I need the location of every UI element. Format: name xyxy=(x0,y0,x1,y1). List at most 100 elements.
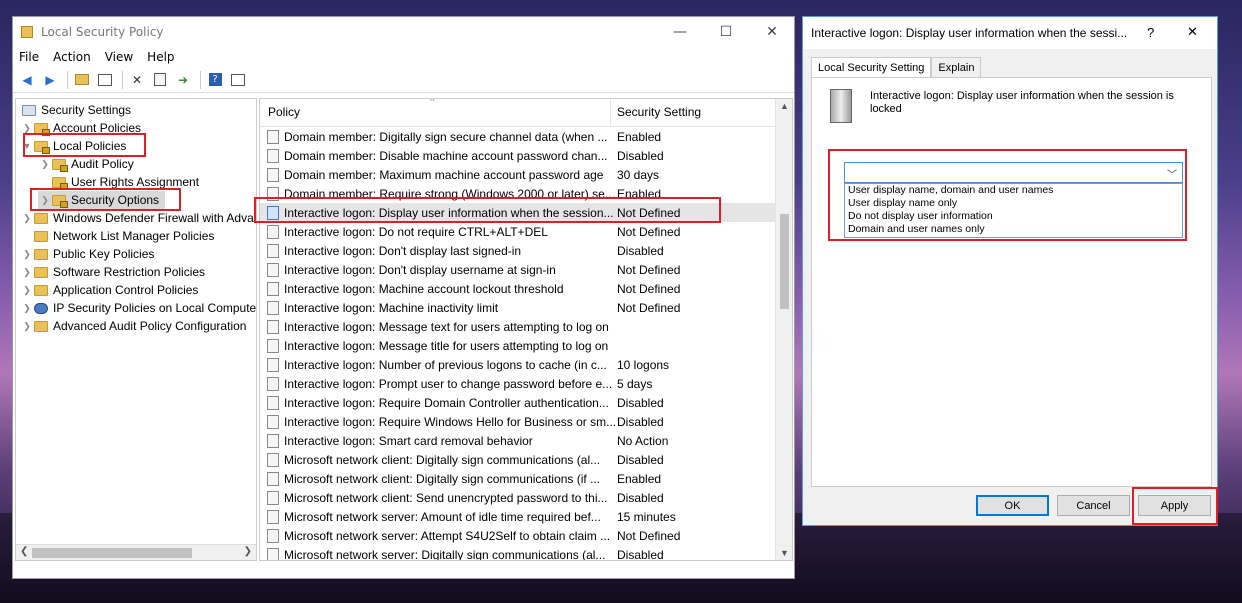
policy-row[interactable]: Microsoft network client: Send unencrypt… xyxy=(260,488,776,507)
policy-row[interactable]: Microsoft network client: Digitally sign… xyxy=(260,469,776,488)
policy-row[interactable]: Interactive logon: Display user informat… xyxy=(260,203,776,222)
chevron-right-icon[interactable]: ❯ xyxy=(38,195,52,206)
chevron-right-icon[interactable]: ❯ xyxy=(20,321,34,332)
policy-row[interactable]: Domain member: Require strong (Windows 2… xyxy=(260,184,776,203)
chevron-right-icon[interactable]: ❯ xyxy=(20,123,34,134)
policy-icon xyxy=(267,433,279,448)
scrollbar-thumb[interactable] xyxy=(32,548,192,558)
action-pane-icon[interactable] xyxy=(228,70,248,90)
chevron-down-icon[interactable]: ▼ xyxy=(20,141,34,151)
policy-icon xyxy=(267,319,279,334)
option-display-name-domain-user[interactable]: User display name, domain and user names xyxy=(845,184,1182,197)
policy-setting: 30 days xyxy=(617,167,660,182)
delete-icon[interactable]: ✕ xyxy=(127,70,147,90)
chevron-right-icon[interactable]: ❯ xyxy=(20,213,34,224)
policy-row[interactable]: Interactive logon: Don't display last si… xyxy=(260,241,776,260)
toolbar-separator xyxy=(122,70,123,89)
back-arrow-icon[interactable]: ◀ xyxy=(17,70,37,90)
policy-row[interactable]: Interactive logon: Require Domain Contro… xyxy=(260,393,776,412)
tree-item-windows-defender-firewall[interactable]: ❯ Windows Defender Firewall with Adva xyxy=(20,209,254,227)
tree-item-network-list-manager[interactable]: Network List Manager Policies xyxy=(20,227,214,245)
policy-row[interactable]: Interactive logon: Machine inactivity li… xyxy=(260,298,776,317)
policy-setting: Disabled xyxy=(617,414,664,429)
close-button[interactable]: ✕ xyxy=(749,17,795,47)
tree-item-user-rights-assignment[interactable]: User Rights Assignment xyxy=(38,173,199,191)
tree-label: Network List Manager Policies xyxy=(53,229,215,243)
option-display-name-only[interactable]: User display name only xyxy=(845,197,1182,210)
properties-icon[interactable] xyxy=(150,70,170,90)
policy-row[interactable]: Interactive logon: Require Windows Hello… xyxy=(260,412,776,431)
policy-name: Microsoft network server: Digitally sign… xyxy=(284,547,606,561)
chevron-right-icon[interactable]: ❯ xyxy=(38,159,52,170)
help-icon[interactable]: ? xyxy=(205,70,225,90)
policy-row[interactable]: Interactive logon: Do not require CTRL+A… xyxy=(260,222,776,241)
maximize-button[interactable]: ☐ xyxy=(703,17,749,47)
tree-item-ip-security[interactable]: ❯ IP Security Policies on Local Compute xyxy=(20,299,256,317)
chevron-down-icon[interactable]: ﹀ xyxy=(1167,166,1177,181)
chevron-right-icon[interactable]: ❯ xyxy=(20,303,34,314)
export-list-icon[interactable]: ➜ xyxy=(173,70,193,90)
policy-row[interactable]: Interactive logon: Message text for user… xyxy=(260,317,776,336)
policy-selected-icon xyxy=(267,205,279,220)
minimize-button[interactable]: — xyxy=(657,17,703,47)
scroll-down-icon[interactable]: ▼ xyxy=(780,548,789,558)
tree-item-software-restriction[interactable]: ❯ Software Restriction Policies xyxy=(20,263,205,281)
option-domain-user-only[interactable]: Domain and user names only xyxy=(845,223,1182,236)
scroll-up-icon[interactable]: ▲ xyxy=(780,101,789,111)
tree-item-public-key-policies[interactable]: ❯ Public Key Policies xyxy=(20,245,154,263)
show-hide-tree-icon[interactable] xyxy=(95,70,115,90)
menu-view[interactable]: View xyxy=(105,50,133,64)
column-policy[interactable]: Policy xyxy=(268,105,300,119)
tree-horizontal-scrollbar[interactable]: ❮ ❯ xyxy=(16,544,256,560)
tab-explain[interactable]: Explain xyxy=(931,57,982,77)
tree-label: Security Settings xyxy=(41,103,132,117)
policy-row[interactable]: Microsoft network client: Digitally sign… xyxy=(260,450,776,469)
policy-row[interactable]: Domain member: Maximum machine account p… xyxy=(260,165,776,184)
cancel-button[interactable]: Cancel xyxy=(1057,495,1130,516)
help-button[interactable]: ? xyxy=(1147,25,1154,40)
policy-icon xyxy=(267,300,279,315)
policy-row[interactable]: Domain member: Disable machine account p… xyxy=(260,146,776,165)
scrollbar-thumb[interactable] xyxy=(780,214,789,309)
chevron-right-icon[interactable]: ❯ xyxy=(20,249,34,260)
policy-row[interactable]: Microsoft network server: Attempt S4U2Se… xyxy=(260,526,776,545)
scroll-right-icon[interactable]: ❯ xyxy=(244,546,252,557)
policy-row[interactable]: Microsoft network server: Amount of idle… xyxy=(260,507,776,526)
policy-row[interactable]: Interactive logon: Message title for use… xyxy=(260,336,776,355)
tree-item-account-policies[interactable]: ❯ Account Policies xyxy=(20,119,141,137)
menu-action[interactable]: Action xyxy=(53,50,91,64)
policy-setting: Disabled xyxy=(617,243,664,258)
tab-local-security-setting[interactable]: Local Security Setting xyxy=(811,57,932,78)
ok-button[interactable]: OK xyxy=(976,495,1049,516)
policy-row[interactable]: Interactive logon: Machine account locko… xyxy=(260,279,776,298)
tree-item-application-control[interactable]: ❯ Application Control Policies xyxy=(20,281,198,299)
tree-item-audit-policy[interactable]: ❯ Audit Policy xyxy=(38,155,134,173)
forward-arrow-icon[interactable]: ▶ xyxy=(40,70,60,90)
policy-name: Interactive logon: Message text for user… xyxy=(284,319,609,334)
tree-item-security-options[interactable]: ❯ Security Options xyxy=(38,191,166,209)
scroll-left-icon[interactable]: ❮ xyxy=(20,546,28,557)
policy-row[interactable]: Interactive logon: Prompt user to change… xyxy=(260,374,776,393)
chevron-right-icon[interactable]: ❯ xyxy=(20,267,34,278)
policy-row[interactable]: Microsoft network server: Digitally sign… xyxy=(260,545,776,561)
apply-button[interactable]: Apply xyxy=(1138,495,1211,516)
dialog-close-button[interactable]: ✕ xyxy=(1187,24,1198,40)
chevron-right-icon[interactable]: ❯ xyxy=(20,285,34,296)
column-security-setting[interactable]: Security Setting xyxy=(617,105,701,119)
setting-dropdown[interactable]: ﹀ xyxy=(844,162,1183,183)
option-do-not-display[interactable]: Do not display user information xyxy=(845,210,1182,223)
tree-item-security-settings[interactable]: Security Settings xyxy=(22,101,131,119)
policy-row[interactable]: Interactive logon: Number of previous lo… xyxy=(260,355,776,374)
policy-row[interactable]: Interactive logon: Smart card removal be… xyxy=(260,431,776,450)
network-policy-icon xyxy=(34,302,48,314)
policy-row[interactable]: Interactive logon: Don't display usernam… xyxy=(260,260,776,279)
folder-icon xyxy=(34,140,50,154)
up-folder-icon[interactable] xyxy=(72,70,92,90)
tree-item-advanced-audit[interactable]: ❯ Advanced Audit Policy Configuration xyxy=(20,317,246,335)
policy-row[interactable]: Domain member: Digitally sign secure cha… xyxy=(260,127,776,146)
menu-file[interactable]: File xyxy=(19,50,39,64)
tree-item-local-policies[interactable]: ▼ Local Policies xyxy=(20,137,126,155)
column-divider[interactable] xyxy=(610,99,611,127)
list-vertical-scrollbar[interactable]: ▲ ▼ xyxy=(775,99,792,560)
menu-help[interactable]: Help xyxy=(147,50,174,64)
